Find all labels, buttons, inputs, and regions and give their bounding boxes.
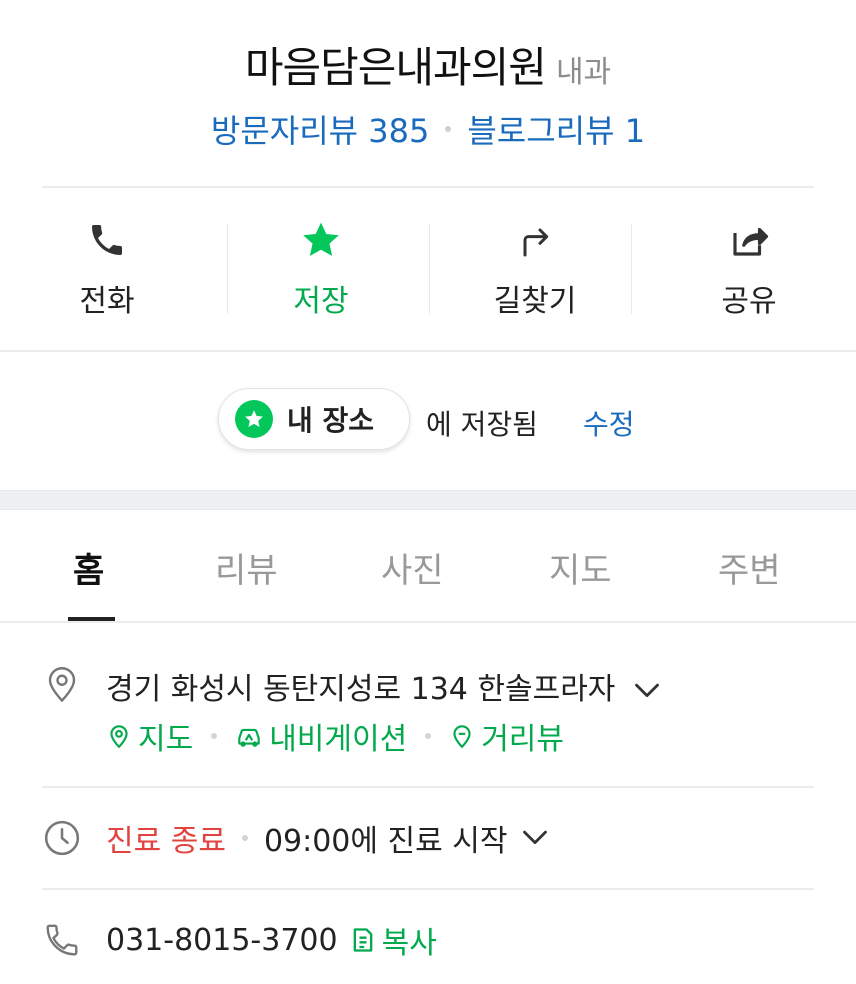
directions-icon bbox=[513, 218, 557, 262]
phone-row: 031-8015-3700 복사 bbox=[106, 918, 437, 962]
visitor-reviews-link[interactable]: 방문자리뷰 385 bbox=[211, 112, 429, 150]
separator-dot bbox=[445, 126, 452, 132]
place-name: 마음담은내과의원 bbox=[244, 43, 547, 92]
action-divider bbox=[631, 224, 632, 314]
divider bbox=[42, 888, 814, 890]
navigation-link-label: 내비게이션 bbox=[269, 722, 408, 757]
tab-bar: 홈 리뷰 사진 지도 주변 bbox=[0, 511, 856, 621]
blog-reviews-link[interactable]: 블로그리뷰 1 bbox=[467, 112, 645, 150]
address-text[interactable]: 경기 화성시 동탄지성로 134 한솔프라자 bbox=[106, 664, 661, 708]
star-icon bbox=[299, 218, 343, 262]
separator-dot bbox=[425, 733, 432, 739]
street-view-link-label: 거리뷰 bbox=[481, 722, 565, 757]
tab-nearby[interactable]: 주변 bbox=[718, 543, 781, 592]
phone-icon bbox=[42, 920, 82, 960]
section-gap bbox=[0, 490, 856, 510]
title-row: 마음담은내과의원 내과 bbox=[0, 34, 856, 95]
street-view-link[interactable]: 거리뷰 bbox=[449, 714, 564, 758]
edit-saved-link[interactable]: 수정 bbox=[583, 403, 635, 443]
address-links: 지도 내비게이션 거리뷰 bbox=[106, 714, 564, 758]
directions-button[interactable]: 길찾기 bbox=[428, 188, 642, 350]
place-header: 마음담은내과의원 내과 방문자리뷰 385 블로그리뷰 1 bbox=[0, 0, 856, 186]
copy-icon bbox=[353, 928, 372, 952]
share-button[interactable]: 공유 bbox=[642, 188, 856, 350]
tab-home[interactable]: 홈 bbox=[73, 543, 104, 592]
call-label: 전화 bbox=[79, 284, 135, 319]
saved-suffix-text: 에 저장됨 bbox=[426, 408, 538, 441]
share-label: 공유 bbox=[721, 284, 777, 319]
navigation-link[interactable]: 내비게이션 bbox=[235, 714, 407, 758]
save-label: 저장 bbox=[293, 284, 349, 319]
saved-star-icon bbox=[235, 400, 273, 438]
hours-next-open: 09:00에 진료 시작 bbox=[263, 824, 508, 859]
saved-folder-name: 내 장소 bbox=[287, 404, 375, 437]
car-icon bbox=[238, 728, 260, 747]
map-link-label: 지도 bbox=[138, 722, 194, 757]
map-pin-icon bbox=[110, 725, 128, 749]
phone-number[interactable]: 031-8015-3700 bbox=[106, 923, 338, 958]
hours-status: 진료 종료 bbox=[106, 824, 226, 859]
divider bbox=[0, 621, 856, 623]
separator-dot bbox=[211, 733, 218, 739]
separator-dot bbox=[241, 835, 248, 841]
chevron-down-icon bbox=[635, 683, 659, 698]
hours-row[interactable]: 진료 종료 09:00에 진료 시작 bbox=[106, 818, 549, 859]
action-bar: 전화 저장 길찾기 공유 bbox=[0, 188, 856, 350]
address-value: 경기 화성시 동탄지성로 134 한솔프라자 bbox=[106, 672, 616, 707]
phone-icon bbox=[85, 218, 129, 262]
save-button[interactable]: 저장 bbox=[214, 188, 428, 350]
action-divider bbox=[429, 224, 430, 314]
action-divider bbox=[227, 224, 228, 314]
street-view-icon bbox=[453, 725, 471, 749]
saved-folder-chip[interactable]: 내 장소 bbox=[218, 388, 410, 450]
chevron-down-icon bbox=[523, 830, 548, 845]
map-link[interactable]: 지도 bbox=[106, 714, 193, 758]
location-pin-icon bbox=[42, 664, 82, 704]
tab-reviews[interactable]: 리뷰 bbox=[215, 543, 278, 592]
tab-map[interactable]: 지도 bbox=[549, 543, 612, 592]
directions-label: 길찾기 bbox=[493, 284, 577, 319]
place-category: 내과 bbox=[555, 55, 612, 90]
divider bbox=[42, 786, 814, 788]
review-row: 방문자리뷰 385 블로그리뷰 1 bbox=[0, 106, 856, 152]
saved-status: 내 장소 에 저장됨 수정 bbox=[0, 352, 856, 490]
copy-label: 복사 bbox=[381, 926, 437, 961]
call-button[interactable]: 전화 bbox=[0, 188, 214, 350]
copy-button[interactable]: 복사 bbox=[350, 918, 437, 962]
share-icon bbox=[727, 218, 771, 262]
tab-photos[interactable]: 사진 bbox=[381, 543, 444, 592]
clock-icon bbox=[42, 818, 82, 858]
